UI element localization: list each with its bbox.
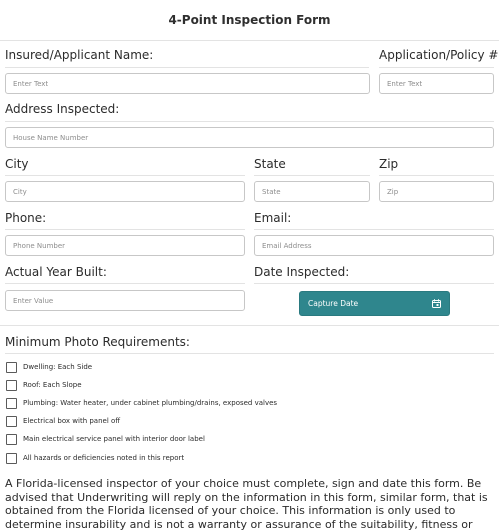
insured-name-label: Insured/Applicant Name: xyxy=(5,48,154,62)
insured-name-input[interactable] xyxy=(5,73,370,94)
photo-requirement-item[interactable]: Plumbing: Water heater, under cabinet pl… xyxy=(6,396,277,410)
photo-requirement-item[interactable]: Dwelling: Each Side xyxy=(6,360,92,374)
state-label: State xyxy=(254,157,286,171)
policy-input[interactable] xyxy=(379,73,494,94)
divider xyxy=(254,229,494,230)
phone-label: Phone: xyxy=(5,211,47,225)
capture-date-button[interactable]: Capture Date xyxy=(299,291,450,316)
address-label: Address Inspected: xyxy=(5,102,120,116)
photo-requirement-item[interactable]: Main electrical service panel with inter… xyxy=(6,432,205,446)
date-inspected-label: Date Inspected: xyxy=(254,265,350,279)
photo-requirements-heading: Minimum Photo Requirements: xyxy=(5,335,190,349)
divider xyxy=(5,175,245,176)
year-built-label: Actual Year Built: xyxy=(5,265,107,279)
divider xyxy=(254,283,494,284)
zip-input[interactable] xyxy=(379,181,494,202)
photo-requirement-item[interactable]: Electrical box with panel off xyxy=(6,414,120,428)
email-label: Email: xyxy=(254,211,292,225)
checkbox[interactable] xyxy=(6,361,17,373)
zip-label: Zip xyxy=(379,157,399,171)
disclaimer-text: A Florida-licensed inspector of your cho… xyxy=(5,477,488,531)
year-built-input[interactable] xyxy=(5,290,245,311)
photo-requirement-label: All hazards or deficiencies noted in thi… xyxy=(23,454,185,462)
divider xyxy=(5,229,245,230)
checkbox[interactable] xyxy=(6,415,17,427)
divider xyxy=(5,67,369,68)
phone-input[interactable] xyxy=(5,235,245,256)
calendar-icon xyxy=(432,299,441,308)
photo-requirement-label: Roof: Each Slope xyxy=(23,381,82,389)
address-input[interactable] xyxy=(5,127,494,148)
photo-requirement-label: Plumbing: Water heater, under cabinet pl… xyxy=(23,399,278,407)
divider xyxy=(379,67,494,68)
divider xyxy=(5,121,494,122)
checkbox[interactable] xyxy=(6,397,17,409)
divider xyxy=(5,353,494,354)
photo-requirement-item[interactable]: Roof: Each Slope xyxy=(6,378,82,392)
divider xyxy=(254,175,370,176)
photo-requirement-label: Main electrical service panel with inter… xyxy=(23,435,205,443)
divider xyxy=(379,175,494,176)
photo-requirement-label: Dwelling: Each Side xyxy=(23,363,93,371)
section-divider xyxy=(0,325,499,326)
city-label: City xyxy=(5,157,29,171)
state-input[interactable] xyxy=(254,181,370,202)
city-input[interactable] xyxy=(5,181,245,202)
divider xyxy=(5,283,245,284)
policy-label: Application/Policy #: xyxy=(379,48,499,62)
form-title: 4-Point Inspection Form xyxy=(0,0,499,41)
capture-date-label: Capture Date xyxy=(308,299,359,308)
email-input[interactable] xyxy=(254,235,494,256)
checkbox[interactable] xyxy=(6,452,17,464)
photo-requirement-label: Electrical box with panel off xyxy=(23,417,121,425)
photo-requirement-item[interactable]: All hazards or deficiencies noted in thi… xyxy=(6,451,184,465)
checkbox[interactable] xyxy=(6,433,17,445)
checkbox[interactable] xyxy=(6,379,17,391)
